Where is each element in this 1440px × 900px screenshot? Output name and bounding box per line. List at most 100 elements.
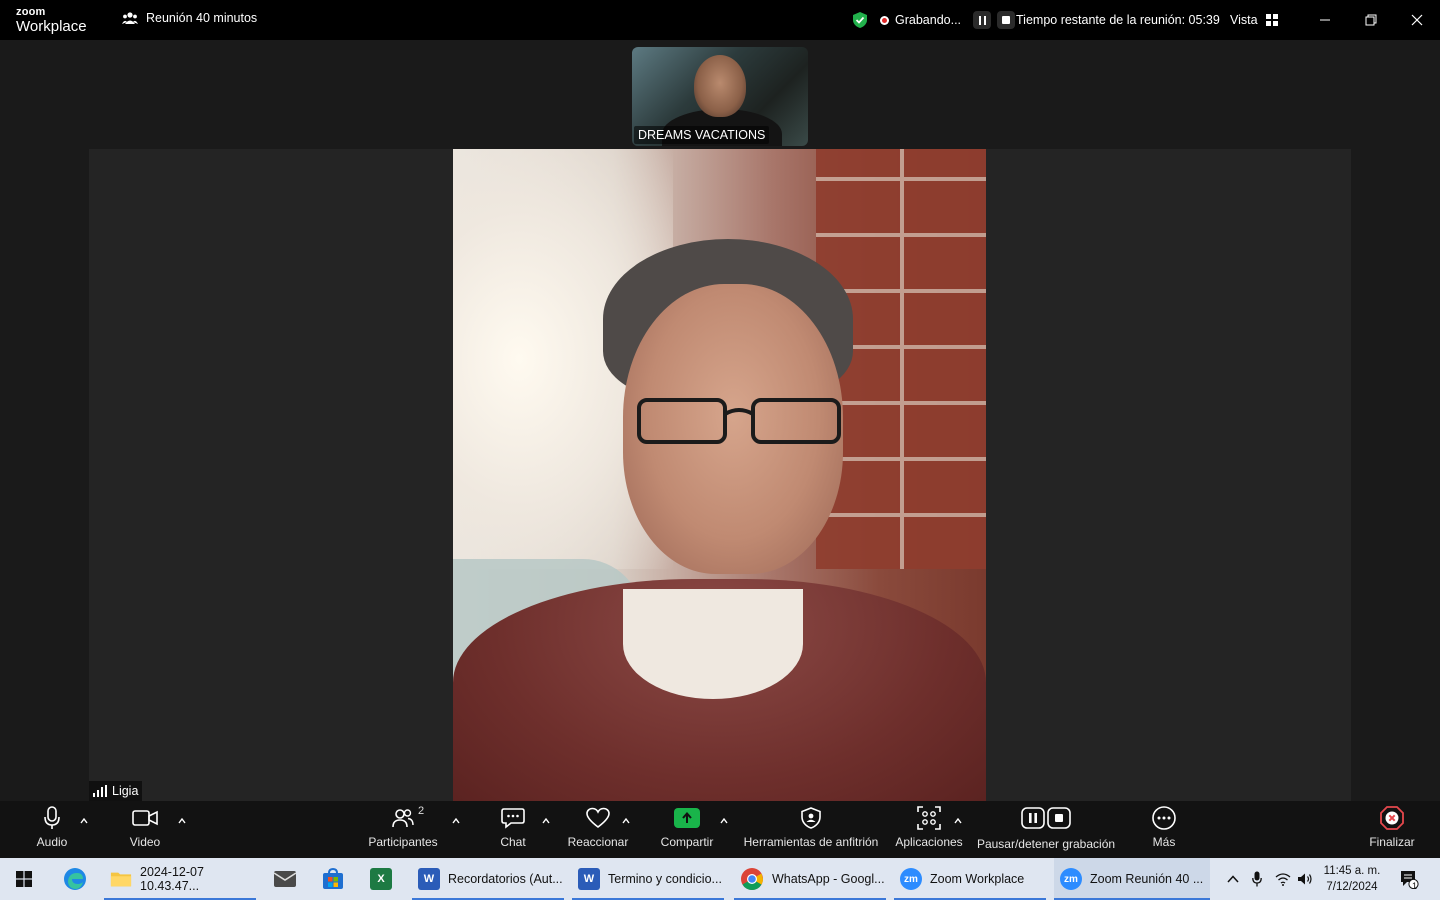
react-button[interactable]: Reaccionar — [566, 801, 630, 858]
store-taskbar-button[interactable] — [314, 858, 352, 900]
apps-options-caret[interactable] — [952, 815, 964, 827]
share-label: Compartir — [660, 835, 714, 849]
edge-browser-icon — [64, 868, 86, 890]
recording-control-button[interactable]: Pausar/detener grabación — [976, 801, 1116, 858]
apps-icon — [917, 806, 941, 830]
chat-options-caret[interactable] — [540, 815, 552, 827]
zoom-app-icon: zm — [900, 868, 922, 890]
show-hidden-icons-button[interactable] — [1222, 858, 1244, 900]
chevron-up-icon — [178, 818, 186, 824]
word-icon: W — [418, 868, 440, 890]
close-button[interactable] — [1405, 8, 1429, 32]
meeting-topic: Reunión 40 minutos — [146, 11, 258, 25]
chevron-up-icon — [1227, 875, 1239, 883]
minimize-button[interactable] — [1313, 8, 1337, 32]
minimize-icon — [1320, 19, 1330, 21]
wifi-icon — [1275, 873, 1291, 886]
heart-icon — [586, 807, 610, 829]
participants-count: 2 — [418, 805, 425, 817]
participant-thumbnail[interactable]: DREAMS VACATIONS — [632, 47, 808, 146]
windows-taskbar: 2024-12-07 10.43.47... X W Recordatorios… — [0, 858, 1440, 900]
excel-taskbar-button[interactable]: X — [362, 858, 400, 900]
share-arrow-icon — [674, 808, 700, 828]
glasses-shape — [637, 398, 841, 444]
video-options-caret[interactable] — [176, 815, 188, 827]
notification-count: 1 — [1412, 881, 1418, 891]
taskbar-item-zoom-workplace[interactable]: zm Zoom Workplace — [894, 858, 1046, 900]
taskbar-item-zoom-meeting[interactable]: zm Zoom Reunión 40 ... — [1054, 858, 1210, 900]
end-meeting-label: Finalizar — [1369, 835, 1415, 849]
recording-dot-icon — [880, 15, 889, 25]
chrome-icon — [741, 868, 763, 890]
tray-network-button[interactable] — [1272, 858, 1294, 900]
meeting-area: DREAMS VACATIONS Ligia — [0, 40, 1440, 801]
chevron-up-icon — [542, 818, 550, 824]
react-options-caret[interactable] — [620, 815, 632, 827]
notifications-button[interactable]: 1 — [1394, 858, 1424, 900]
taskbar-item-label: WhatsApp - Googl... — [772, 872, 885, 886]
pause-recording-button[interactable] — [973, 11, 992, 29]
audio-button[interactable]: Audio — [32, 801, 72, 858]
stop-icon — [1047, 807, 1071, 829]
participants-icon — [392, 809, 414, 828]
restore-button[interactable] — [1359, 8, 1383, 32]
thumbnail-name: DREAMS VACATIONS — [634, 126, 770, 144]
windows-logo-icon — [16, 871, 32, 887]
participants-options-caret[interactable] — [450, 815, 462, 827]
share-options-caret[interactable] — [718, 815, 730, 827]
participants-group-icon — [122, 12, 138, 24]
audio-options-caret[interactable] — [78, 815, 90, 827]
mail-taskbar-button[interactable] — [266, 858, 304, 900]
chevron-up-icon — [954, 818, 962, 824]
active-speaker-name-tag: Ligia — [89, 781, 143, 801]
host-tools-label: Herramientas de anfitrión — [743, 835, 879, 849]
clock-date: 7/12/2024 — [1326, 881, 1378, 893]
meeting-controls: Audio Video 2 Participantes Chat Reaccio… — [0, 801, 1440, 858]
recording-control-label: Pausar/detener grabación — [976, 837, 1116, 851]
brand-top: zoom — [16, 6, 46, 18]
close-icon — [1411, 14, 1423, 26]
view-button[interactable]: Vista — [1230, 10, 1278, 30]
active-speaker-name: Ligia — [112, 784, 139, 798]
active-speaker-stage — [89, 149, 1351, 801]
taskbar-item-whatsapp-chrome[interactable]: WhatsApp - Googl... — [734, 858, 886, 900]
taskbar-item-word-terminos[interactable]: W Termino y condicio... — [572, 858, 724, 900]
taskbar-item-label: Zoom Workplace — [930, 872, 1025, 886]
speaker-volume-icon — [1298, 873, 1312, 885]
clock-time: 11:45 a. m. — [1323, 865, 1381, 877]
title-bar: zoom Workplace Reunión 40 minutos Graban… — [0, 0, 1440, 40]
edge-taskbar-button[interactable] — [56, 858, 94, 900]
taskbar-item-file-explorer[interactable]: 2024-12-07 10.43.47... — [104, 858, 256, 900]
host-tools-button[interactable]: Herramientas de anfitrión — [742, 801, 880, 858]
video-button[interactable]: Video — [124, 801, 166, 858]
undershirt-collar — [623, 589, 803, 699]
end-meeting-button[interactable]: Finalizar — [1366, 801, 1418, 858]
apps-button[interactable]: Aplicaciones — [894, 801, 964, 858]
pause-icon — [978, 15, 986, 25]
encryption-shield-icon[interactable] — [851, 10, 869, 30]
share-screen-button[interactable]: Compartir — [656, 801, 718, 858]
shield-icon — [853, 12, 867, 28]
more-label: Más — [1152, 835, 1176, 849]
stop-recording-button[interactable] — [997, 11, 1016, 29]
tray-volume-button[interactable] — [1294, 858, 1316, 900]
chat-button[interactable]: Chat — [496, 801, 530, 858]
microphone-icon — [44, 806, 60, 829]
audio-label: Audio — [36, 835, 68, 849]
more-button[interactable]: Más — [1144, 801, 1184, 858]
recording-label: Grabando... — [895, 13, 962, 27]
taskbar-item-label: 2024-12-07 10.43.47... — [140, 865, 204, 893]
more-icon — [1152, 806, 1176, 830]
recording-indicator: Grabando... — [880, 10, 1016, 30]
zoom-app-icon: zm — [1060, 868, 1082, 890]
view-label: Vista — [1230, 13, 1258, 27]
chat-label: Chat — [500, 835, 526, 849]
system-clock[interactable]: 11:45 a. m. 7/12/2024 — [1316, 863, 1388, 895]
meeting-info-button[interactable]: Reunión 40 minutos — [122, 11, 257, 25]
participants-button[interactable]: 2 Participantes — [366, 801, 440, 858]
taskbar-item-word-recordatorios[interactable]: W Recordatorios (Aut... — [412, 858, 564, 900]
taskbar-item-label: Zoom Reunión 40 ... — [1090, 872, 1204, 886]
tray-microphone-button[interactable] — [1246, 858, 1268, 900]
start-button[interactable] — [0, 858, 48, 900]
chevron-up-icon — [452, 818, 460, 824]
